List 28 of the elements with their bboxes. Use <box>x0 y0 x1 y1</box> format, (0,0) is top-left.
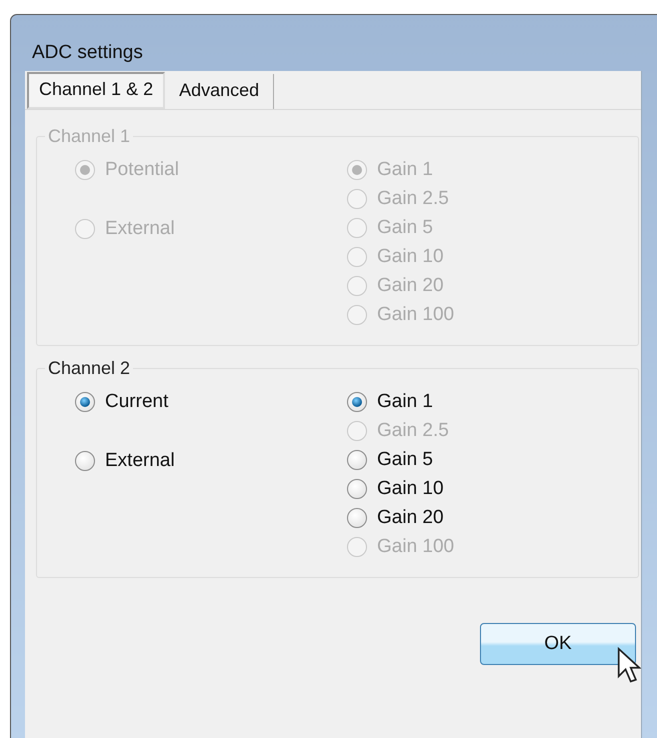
radio-button[interactable] <box>347 508 367 528</box>
radio-label: Current <box>105 390 168 412</box>
radio-label: Gain 5 <box>377 448 433 470</box>
radio-label: Gain 5 <box>377 216 433 238</box>
radio-label: Gain 20 <box>377 506 444 528</box>
mouse-pointer-icon <box>617 647 641 685</box>
group-title: Channel 1 <box>47 126 132 147</box>
radio-label: Gain 20 <box>377 274 444 296</box>
radio-label: External <box>105 218 175 240</box>
radio-label: Gain 1 <box>377 158 433 180</box>
radio-label: Gain 2.5 <box>377 420 449 442</box>
radio-label: Potential <box>105 158 179 180</box>
radio-label: Gain 2.5 <box>377 188 449 210</box>
radio-label: External <box>105 450 175 472</box>
radio-button[interactable] <box>347 450 367 470</box>
radio-label: Gain 10 <box>377 478 444 500</box>
group-title: Channel 2 <box>47 358 132 379</box>
radio-label: Gain 100 <box>377 304 454 326</box>
window-title: ADC settings <box>32 42 143 64</box>
tab[interactable]: Channel 1 & 2 <box>27 72 166 109</box>
radio-label: Gain 10 <box>377 246 444 268</box>
radio-button[interactable] <box>347 392 367 412</box>
radio-label: Gain 100 <box>377 536 454 558</box>
radio-button[interactable] <box>347 478 367 498</box>
radio-label: Gain 1 <box>377 390 433 412</box>
radio-button[interactable] <box>75 392 95 412</box>
ok-button[interactable]: OK <box>480 623 636 665</box>
radio-button[interactable] <box>75 450 95 470</box>
